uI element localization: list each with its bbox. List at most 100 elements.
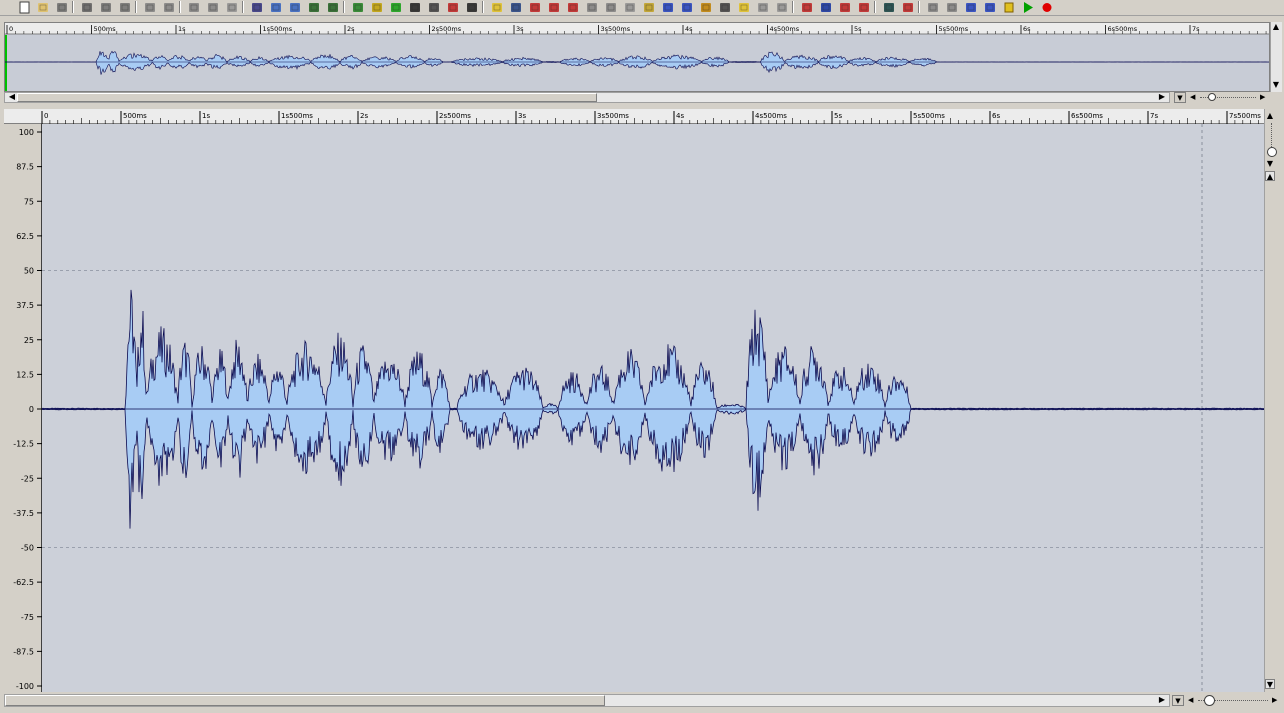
zoom-left-arrow-icon[interactable]: ◀ [1190,92,1195,102]
cut-icon[interactable] [77,0,95,14]
draw-tool-icon[interactable] [734,0,752,14]
toolbar-separator [343,1,345,13]
overview-waveform-shape [5,50,1269,75]
fast-forward-icon[interactable] [961,0,979,14]
loop-marker-icon[interactable] [563,0,581,14]
overview-horizontal-scrollbar[interactable]: ◀ ▶ [4,92,1170,103]
cut-tool-icon[interactable] [525,0,543,14]
copy-icon[interactable] [96,0,114,14]
main-scroll-right-arrow-icon[interactable]: ▶ [1157,695,1167,705]
split-icon[interactable] [247,0,265,14]
pencil-tool-icon[interactable] [639,0,657,14]
delete-icon[interactable] [184,0,202,14]
amplitude-tick-label: -12.5 [13,440,34,449]
snap-icon[interactable] [304,0,322,14]
fx3-icon[interactable] [405,0,423,14]
main-scroll-thumb[interactable] [5,695,605,706]
toolbar-separator [179,1,181,13]
view-double-icon[interactable] [285,0,303,14]
amplitude-tick-label: 50 [24,267,34,276]
save-icon[interactable] [52,0,70,14]
new-icon[interactable] [14,0,32,14]
vertical-zoom-knob[interactable] [1267,147,1277,157]
time-ruler[interactable]: 0 500ms 1s 1s500ms 2s 2s500ms 3s 3s500ms 4s 4s500… [4,109,1264,124]
fx4-icon[interactable] [424,0,442,14]
fx6-icon[interactable] [462,0,480,14]
audio-editor-window: 0 500ms 1s 1s500ms 2s 2s500ms 3s 3s500ms 4s 4s500… [0,0,1284,713]
waveform-view[interactable] [42,124,1264,692]
loop-play-icon[interactable] [879,0,897,14]
vertical-scroll-page-down-icon[interactable]: ▼ [1265,679,1275,689]
arrow-marker-1-icon[interactable] [797,0,815,14]
redo-icon[interactable] [159,0,177,14]
volume-icon[interactable] [222,0,240,14]
delete-marker-icon[interactable] [582,0,600,14]
overview-tick-label: 4s [685,25,693,33]
record-icon[interactable] [1037,0,1055,14]
main-vertical-scroll[interactable]: ▲ ▼ ▲ ▼ [1264,109,1277,692]
undo-icon[interactable] [140,0,158,14]
overview-tick-label: 5s [854,25,862,33]
overview-waveform[interactable]: 0 500ms 1s 1s500ms 2s 2s500ms 3s 3s500ms 4s 4s500… [5,23,1269,91]
vertical-scroll-up-arrow-icon[interactable]: ▲ [1265,111,1275,121]
zoom-tool-icon[interactable] [715,0,733,14]
marker-tool-icon[interactable] [487,0,505,14]
grid-icon[interactable] [323,0,341,14]
copy-region-icon[interactable] [620,0,638,14]
fx2-icon[interactable] [386,0,404,14]
main-zoom-slider[interactable]: ◀ ▶ [1188,694,1280,707]
open-icon[interactable] [33,0,51,14]
ruler-tick-label: 7s [1150,112,1158,120]
amplitude-tick-label: -37.5 [13,509,34,518]
zoom-slider-knob[interactable] [1208,93,1216,101]
paste-icon[interactable] [115,0,133,14]
zoom-right-arrow-icon[interactable]: ▶ [1260,92,1265,102]
erase-icon[interactable] [203,0,221,14]
rewind-icon[interactable] [942,0,960,14]
scroll-left-arrow-icon[interactable]: ◀ [7,92,17,102]
arrow-marker-4-icon[interactable] [854,0,872,14]
stop-icon[interactable] [999,0,1017,14]
cursor-tool-icon[interactable] [658,0,676,14]
stop-marker-icon[interactable] [898,0,916,14]
ruler-tick-label: 6s500ms [1071,112,1103,120]
view-single-icon[interactable] [266,0,284,14]
overview-scroll-thumb[interactable] [17,93,597,102]
smooth-tool-icon[interactable] [753,0,771,14]
ruler-tick-label: 3s500ms [597,112,629,120]
amplitude-tick-label: -75 [21,613,34,622]
go-start-icon[interactable] [923,0,941,14]
scroll-up-arrow-icon[interactable]: ▲ [1271,22,1281,32]
vertical-zoom-down-arrow-icon[interactable]: ▼ [1265,159,1275,169]
overview-zoom-slider[interactable]: ◀ ▶ [1190,92,1268,103]
scroll-down-arrow-icon[interactable]: ▼ [1271,80,1281,90]
bend-tool-icon[interactable] [772,0,790,14]
toolbar-separator [242,1,244,13]
overview-ruler [5,23,1269,34]
main-waveform[interactable] [42,124,1264,692]
go-end-icon[interactable] [980,0,998,14]
spectrum-icon[interactable] [348,0,366,14]
main-zoom-dropdown-icon[interactable]: ▼ [1172,695,1184,706]
scrub-tool-icon[interactable] [506,0,524,14]
fx1-icon[interactable] [367,0,385,14]
speaker-tool-icon[interactable] [696,0,714,14]
link-icon[interactable] [601,0,619,14]
main-zoom-left-arrow-icon[interactable]: ◀ [1188,695,1193,705]
arrow-marker-3-icon[interactable] [835,0,853,14]
overview-waveform-panel[interactable]: 0 500ms 1s 1s500ms 2s 2s500ms 3s 3s500ms 4s 4s500… [4,22,1270,92]
overview-tick-label: 500ms [94,25,117,33]
zoom-dropdown-icon[interactable]: ▼ [1174,92,1186,103]
amplitude-tick-label: -62.5 [13,578,34,587]
main-horizontal-scrollbar[interactable]: ▶ [4,694,1170,707]
play-icon[interactable] [1018,0,1036,14]
fx5-icon[interactable] [443,0,461,14]
main-zoom-slider-knob[interactable] [1204,695,1215,706]
scroll-right-arrow-icon[interactable]: ▶ [1157,92,1167,102]
vertical-scroll-page-up-icon[interactable]: ▲ [1265,171,1275,181]
color-tool-icon[interactable] [677,0,695,14]
arrow-marker-2-icon[interactable] [816,0,834,14]
main-zoom-right-arrow-icon[interactable]: ▶ [1272,695,1277,705]
overview-vertical-scroll[interactable]: ▲ ▼ [1270,22,1282,92]
pause-marker-icon[interactable] [544,0,562,14]
